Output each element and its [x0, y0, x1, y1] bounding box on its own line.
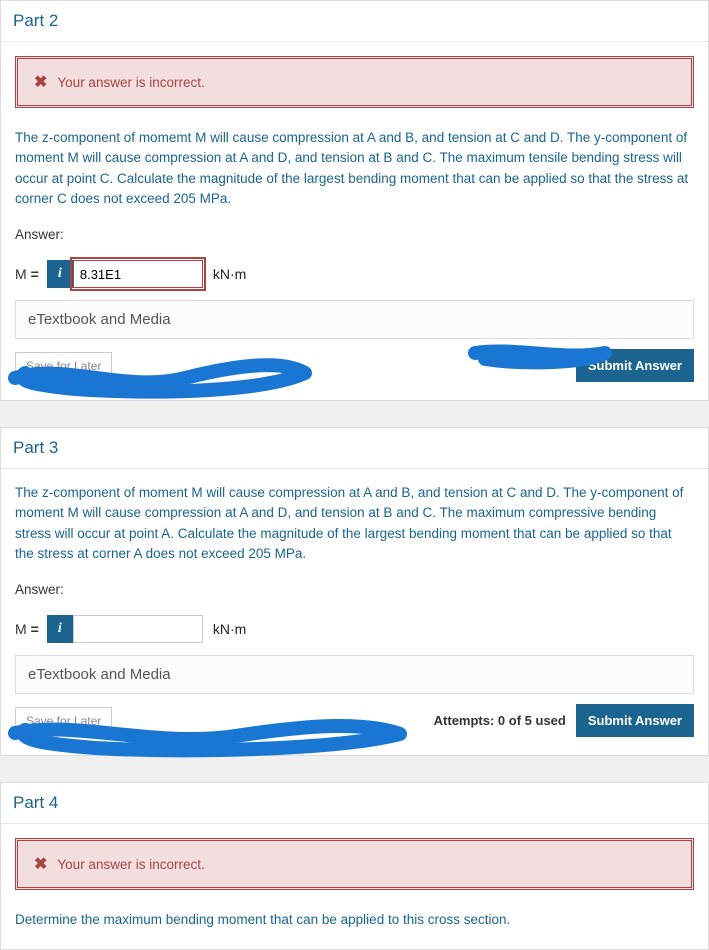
save-for-later-button[interactable]: Save for Later [15, 707, 112, 735]
part-3-title: Part 3 [13, 437, 58, 468]
error-text: Your answer is incorrect. [57, 857, 204, 872]
answer-input[interactable] [73, 260, 203, 288]
part-3-header[interactable]: Part 3 [1, 428, 708, 469]
submit-answer-button[interactable]: Submit Answer [576, 349, 694, 382]
error-x-icon: ✖ [34, 72, 47, 92]
etextbook-media-button[interactable]: eTextbook and Media [15, 655, 694, 694]
question-text: The z-component of moment M will cause c… [15, 483, 694, 564]
part-4-body: ✖ Your answer is incorrect. Determine th… [1, 824, 708, 948]
equals-sign: = [31, 621, 39, 637]
equals-sign: = [31, 266, 39, 282]
part-4-title: Part 4 [13, 792, 58, 823]
answer-row: M = i kN·m [15, 260, 694, 288]
attempts-text: Attempts: 0 of 5 used [434, 713, 566, 728]
answer-label: Answer: [15, 227, 694, 242]
part-2-panel: Part 2 ✖ Your answer is incorrect. The z… [0, 0, 709, 401]
part-2-header[interactable]: Part 2 [1, 1, 708, 42]
question-text: Determine the maximum bending moment tha… [15, 910, 694, 930]
incorrect-alert: ✖ Your answer is incorrect. [15, 56, 694, 108]
part-3-body: The z-component of moment M will cause c… [1, 469, 708, 755]
error-x-icon: ✖ [34, 854, 47, 874]
part-4-header[interactable]: Part 4 [1, 783, 708, 824]
question-text: The z-component of momemt M will cause c… [15, 128, 694, 209]
part-4-panel: Part 4 ✖ Your answer is incorrect. Deter… [0, 782, 709, 949]
error-text: Your answer is incorrect. [57, 75, 204, 90]
save-for-later-button[interactable]: Save for Later [15, 352, 112, 380]
part-2-title: Part 2 [13, 10, 58, 41]
unit-label: kN·m [213, 621, 246, 637]
button-row: Save for Later Submit Answer [15, 349, 694, 382]
answer-label: Answer: [15, 582, 694, 597]
answer-row: M = i kN·m [15, 615, 694, 643]
info-icon[interactable]: i [47, 615, 73, 643]
button-row: Save for Later Attempts: 0 of 5 used Sub… [15, 704, 694, 737]
variable-m: M [15, 621, 27, 637]
submit-answer-button[interactable]: Submit Answer [576, 704, 694, 737]
etextbook-media-button[interactable]: eTextbook and Media [15, 300, 694, 339]
unit-label: kN·m [213, 266, 246, 282]
answer-input[interactable] [73, 615, 203, 643]
part-2-body: ✖ Your answer is incorrect. The z-compon… [1, 42, 708, 400]
variable-m: M [15, 266, 27, 282]
info-icon[interactable]: i [47, 260, 73, 288]
part-3-panel: Part 3 The z-component of moment M will … [0, 427, 709, 756]
incorrect-alert: ✖ Your answer is incorrect. [15, 838, 694, 890]
